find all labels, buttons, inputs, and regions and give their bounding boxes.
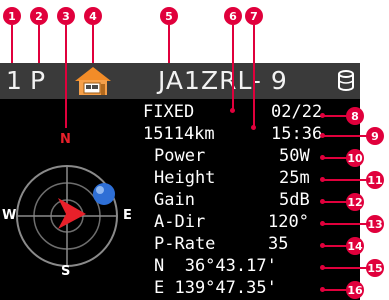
date-value: 02/22 [271,102,323,122]
callout-13-leader [322,223,368,225]
callout-15-leader [322,267,368,269]
compass-north: N [60,132,71,147]
callout-6-leader [232,25,234,110]
callout-13-point [320,221,325,226]
callout-10-leader [322,157,348,159]
callout-1: 1 [3,7,21,25]
power-label: Power [154,146,206,166]
callout-5: 5 [160,7,178,25]
compass-south: S [61,264,71,279]
callout-8: 8 [346,107,364,125]
callout-12-leader [322,201,348,203]
latitude-value: N 36°43.17' [154,256,277,276]
status-bar: 1 P JA1ZRL- 9 [0,63,360,99]
callout-9-point [320,133,325,138]
callout-2: 2 [30,7,48,25]
channel-number: 1 [6,66,23,95]
callout-7-point [251,125,256,130]
callout-5-leader [168,25,170,65]
callout-16-leader [322,289,348,291]
callout-2-leader [38,25,40,65]
callout-9-leader [322,135,368,137]
callout-11: 11 [366,171,384,189]
antenna-direction-value: 120° [268,212,309,232]
callout-7-leader [253,25,255,127]
callout-8-point [320,113,325,118]
compass-east: E [123,208,132,223]
height-label: Height [154,168,216,188]
callout-9: 9 [366,127,384,145]
callout-16-point [320,287,325,292]
callout-11-point [320,177,325,182]
callout-16: 16 [346,281,364,299]
callout-13: 13 [366,215,384,233]
callout-7: 7 [245,7,263,25]
callout-6-point [230,108,235,113]
heading-arrow-icon [58,198,86,229]
callsign: JA1ZRL- 9 [158,66,288,95]
height-value: 25m [279,168,310,188]
compass-west: W [2,208,17,223]
memory-bank-icon [338,70,354,96]
antenna-direction-label: A-Dir [154,212,206,232]
callout-14: 14 [346,237,364,255]
gain-label: Gain [154,190,195,210]
callout-3: 3 [57,7,75,25]
callout-12: 12 [346,193,364,211]
callout-15-point [320,265,325,270]
packet-rate-value: 35 [268,234,289,254]
longitude-value: E 139°47.35' [154,278,277,298]
station-position-dot [93,183,115,205]
callout-4: 4 [84,7,102,25]
callout-4-leader [92,25,94,65]
home-station-icon [73,65,113,101]
callout-12-point [320,199,325,204]
callout-11-leader [322,179,368,181]
callout-3-leader [65,25,67,128]
compass-radar [16,165,118,267]
callout-15: 15 [366,259,384,277]
mode-indicator: P [30,66,47,95]
callout-1-leader [11,25,13,65]
device-display: 1 P JA1ZRL- 9 N E S W FIXED 02/22 15114k… [0,63,360,300]
callout-10: 10 [346,149,364,167]
callout-14-point [320,243,325,248]
distance-value: 15114km [143,124,215,144]
gain-value: 5dB [279,190,310,210]
callout-6: 6 [224,7,242,25]
position-fixed-label: FIXED [143,102,195,122]
time-value: 15:36 [271,124,323,144]
callout-10-point [320,155,325,160]
callout-14-leader [322,245,348,247]
packet-rate-label: P-Rate [154,234,216,254]
power-value: 50W [279,146,310,166]
callout-8-leader [322,115,348,117]
